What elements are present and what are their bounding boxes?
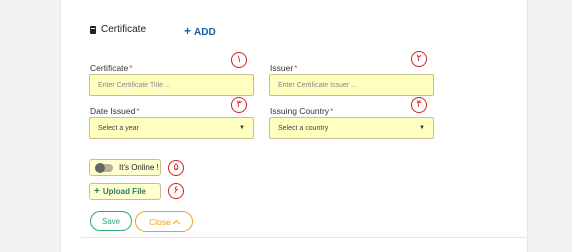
year-select[interactable]: Select a year ▼ bbox=[89, 117, 254, 139]
certificate-title-input[interactable]: Enter Certificate Title ... bbox=[89, 74, 254, 96]
annotation-badge-1: ١ bbox=[231, 52, 247, 68]
date-issued-label: Date Issued* bbox=[90, 106, 140, 116]
plus-icon: + bbox=[184, 24, 192, 38]
required-mark: * bbox=[129, 63, 133, 73]
close-button[interactable]: Close bbox=[135, 211, 193, 232]
close-label: Close bbox=[149, 216, 171, 227]
issuer-input[interactable]: Enter Certificate Issuer ... bbox=[269, 74, 434, 96]
online-toggle-label: It's Online ! bbox=[119, 163, 159, 172]
issuer-label-text: Issuer bbox=[270, 63, 294, 73]
section-header: Certificate bbox=[90, 24, 146, 35]
year-select-value: Select a year bbox=[98, 124, 139, 132]
add-certificate-link[interactable]: + ADD bbox=[184, 24, 216, 38]
caret-down-icon: ▼ bbox=[239, 125, 245, 131]
required-mark: * bbox=[330, 106, 334, 116]
certificate-placeholder: Enter Certificate Title ... bbox=[98, 81, 171, 89]
annotation-badge-2: ٢ bbox=[411, 51, 427, 67]
upload-file-button[interactable]: + Upload File bbox=[89, 183, 161, 200]
upload-file-label: Upload File bbox=[102, 187, 146, 196]
date-issued-label-text: Date Issued bbox=[90, 106, 136, 116]
save-button[interactable]: Save bbox=[90, 211, 132, 231]
certificate-label: Certificate* bbox=[90, 63, 133, 73]
annotation-badge-5: ۵ bbox=[168, 160, 184, 176]
section-title: Certificate bbox=[101, 24, 147, 35]
issuer-label: Issuer* bbox=[270, 63, 297, 73]
divider bbox=[81, 237, 526, 238]
country-select-value: Select a country bbox=[278, 124, 329, 132]
plus-icon: + bbox=[94, 186, 100, 197]
caret-down-icon: ▼ bbox=[419, 125, 425, 131]
issuing-country-label-text: Issuing Country bbox=[270, 106, 330, 116]
country-select[interactable]: Select a country ▼ bbox=[269, 117, 434, 139]
chevron-up-icon bbox=[172, 219, 180, 227]
issuing-country-label: Issuing Country* bbox=[270, 106, 333, 116]
online-toggle[interactable]: It's Online ! bbox=[89, 159, 161, 176]
toggle-switch-icon bbox=[95, 162, 113, 173]
required-mark: * bbox=[136, 106, 140, 116]
certificate-label-text: Certificate bbox=[90, 63, 129, 73]
certificate-icon bbox=[90, 25, 96, 34]
annotation-badge-6: ۶ bbox=[168, 183, 184, 199]
annotation-badge-3: ٣ bbox=[231, 97, 247, 113]
toggle-knob bbox=[95, 162, 105, 173]
annotation-badge-4: ۴ bbox=[411, 97, 427, 113]
required-mark: * bbox=[294, 63, 298, 73]
add-label: ADD bbox=[194, 27, 216, 38]
issuer-placeholder: Enter Certificate Issuer ... bbox=[278, 81, 357, 89]
